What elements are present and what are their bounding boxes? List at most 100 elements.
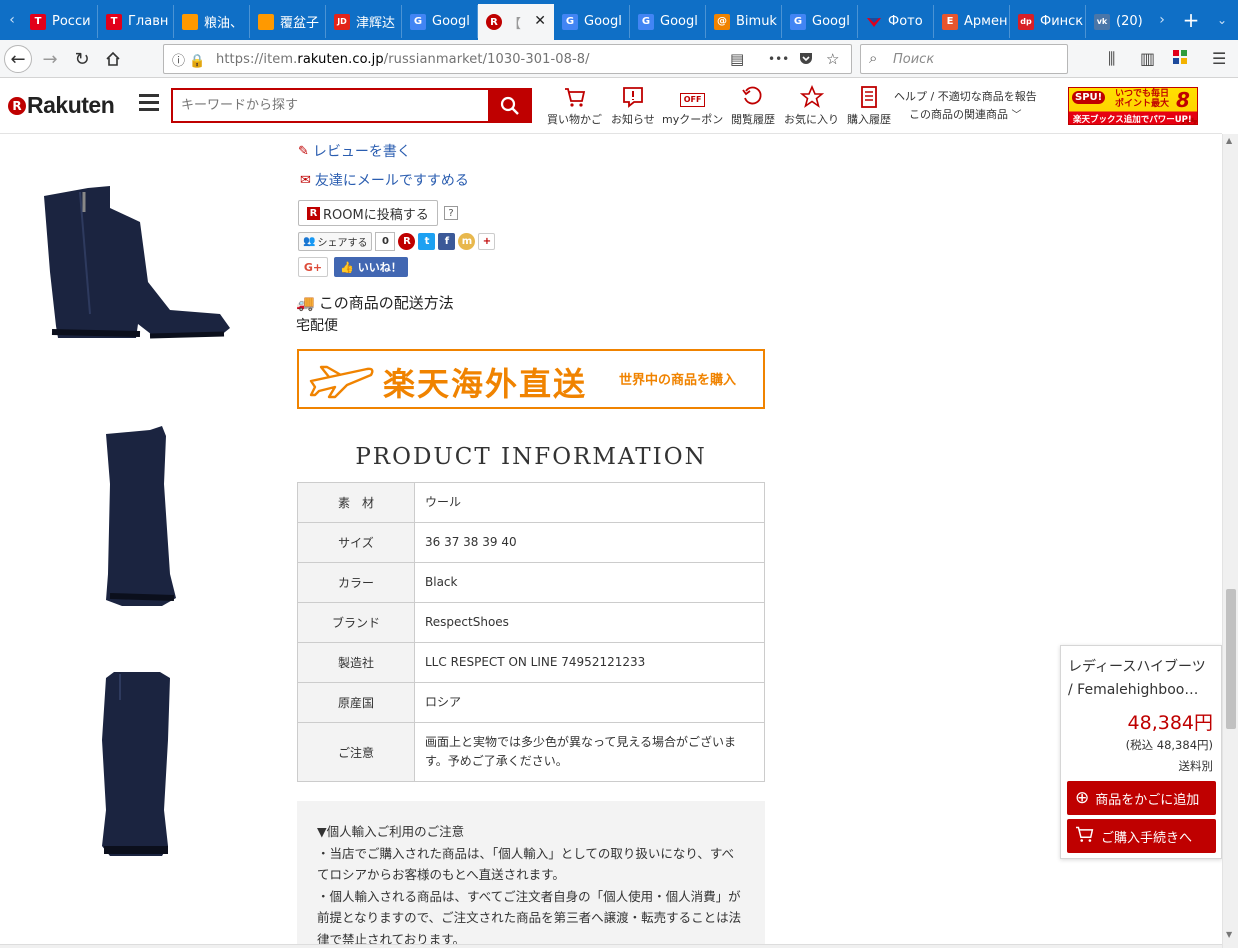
header-link-label: お気に入り <box>784 113 839 126</box>
tab-label: 津辉达 <box>356 16 396 31</box>
overseas-direct-banner[interactable]: 楽天海外直送 世界中の商品を購入 <box>297 349 765 409</box>
url-text[interactable]: https://item.rakuten.co.jp/russianmarket… <box>216 52 590 67</box>
spec-key: 素 材 <box>297 482 415 523</box>
browser-search-bar[interactable]: ⌕ Поиск <box>860 44 1068 74</box>
help-report-link[interactable]: ヘルプ / 不適切な商品を報告 <box>894 88 1037 106</box>
rakuten-share-icon[interactable]: R <box>398 233 416 250</box>
browser-tab[interactable]: JD 津辉达 <box>326 5 402 38</box>
header-link-label: 買い物かご <box>547 113 602 126</box>
product-thumbnail-back[interactable] <box>98 670 174 866</box>
personal-import-notice: ▼個人輸入ご利用のご注意 ・当店でご購入された商品は、「個人輸入」としての取り扱… <box>297 801 765 948</box>
tab-favicon-icon: G <box>562 13 578 30</box>
keyword-search-input[interactable] <box>173 90 473 121</box>
back-button[interactable]: ← <box>4 45 32 73</box>
browser-tab[interactable]: 覆盆子 <box>250 5 326 38</box>
header-link-history[interactable]: 閲覧履歴 <box>731 85 775 127</box>
home-button[interactable] <box>99 45 127 73</box>
tab-scroll-right-icon[interactable]: › <box>1152 6 1172 34</box>
share-row: 👥 シェアする 0 R t f m + <box>298 232 496 251</box>
cart-product-name[interactable]: レディースハイブーツ / Femalehighboo… <box>1068 656 1218 702</box>
spu-banner[interactable]: SPU! いつでも毎日ポイント最大 8倍 楽天ブックス追加でパワーUP! <box>1068 87 1198 125</box>
product-info-table: 素 材ウール サイズ 36 37 38 39 40 カラー Black ブランド Re… <box>297 482 765 782</box>
new-tab-button[interactable]: + <box>1178 6 1204 34</box>
header-link-favorites[interactable]: お気に入り <box>784 84 839 127</box>
address-bar[interactable]: ⓘ 🔒 https://item.rakuten.co.jp/russianma… <box>163 44 852 74</box>
sidebar-icon[interactable]: ▥ <box>1140 49 1155 68</box>
browser-tab[interactable]: G Googl <box>554 5 630 38</box>
help-links: ヘルプ / 不適切な商品を報告 この商品の関連商品 ﹀ <box>894 88 1037 125</box>
tab-scroll-left-icon[interactable]: ‹ <box>2 6 22 34</box>
facebook-icon[interactable]: f <box>438 233 456 250</box>
menu-icon[interactable]: ☰ <box>1212 49 1226 68</box>
facebook-like-button[interactable]: 👍 いいね！ <box>334 257 408 277</box>
room-help-icon[interactable]: ? <box>444 206 458 220</box>
header-link-purchase-history[interactable]: 購入履歴 <box>847 85 891 127</box>
recommend-email-link[interactable]: ✉ 友達にメールですすめる <box>300 170 469 190</box>
google-plus-button[interactable]: G+ <box>298 257 328 277</box>
scroll-up-icon[interactable]: ▲ <box>1226 136 1232 145</box>
browser-tab[interactable]: G Googl <box>402 5 478 38</box>
keyword-search-button[interactable] <box>488 88 532 123</box>
share-button[interactable]: 👥 シェアする <box>298 232 373 251</box>
table-row: サイズ 36 37 38 39 40 <box>297 522 765 563</box>
browser-tab[interactable]: vk (20) H <box>1086 5 1148 38</box>
browser-tab[interactable]: G Googl <box>630 5 706 38</box>
thumbs-up-icon: 👍 <box>340 260 354 274</box>
bookmark-star-icon[interactable]: ☆ <box>826 50 839 68</box>
spu-footer: 楽天ブックス追加でパワーUP! <box>1073 115 1192 125</box>
header-link-coupon[interactable]: OFF myクーポン <box>662 85 723 127</box>
spec-value: ウール <box>414 482 765 523</box>
close-tab-icon[interactable]: ✕ <box>534 13 546 29</box>
table-row: ブランド RespectShoes <box>297 602 765 643</box>
vertical-scrollbar[interactable]: ▲ ▼ <box>1222 134 1238 948</box>
spec-key: ご注意 <box>297 722 415 782</box>
spec-key: サイズ <box>297 522 415 563</box>
pocket-icon[interactable] <box>798 50 814 70</box>
related-items-link[interactable]: この商品の関連商品 ﹀ <box>894 106 1037 125</box>
write-review-link[interactable]: ✎ レビューを書く <box>298 141 411 161</box>
search-icon <box>500 96 519 115</box>
browser-tab[interactable]: 粮油、 <box>174 5 250 38</box>
more-share-icon[interactable]: + <box>478 233 496 250</box>
browser-tab[interactable]: T Росси <box>22 5 98 38</box>
scroll-down-icon[interactable]: ▼ <box>1226 930 1232 939</box>
product-thumbnail-side[interactable] <box>40 182 235 342</box>
product-thumbnail-front[interactable] <box>100 424 180 610</box>
extension-icon[interactable] <box>1172 49 1188 69</box>
reader-view-icon[interactable]: ▤ <box>730 50 744 68</box>
room-icon: R <box>307 206 320 220</box>
twitter-icon[interactable]: t <box>418 233 436 250</box>
header-link-notifications[interactable]: お知らせ <box>611 85 655 127</box>
header-link-cart[interactable]: 買い物かご <box>547 85 602 127</box>
cart-tax-included: (税込 48,384円) <box>1125 738 1213 752</box>
browser-tab[interactable]: Фото <box>858 5 934 38</box>
browser-tab[interactable]: T Главн <box>98 5 174 38</box>
checkout-button[interactable]: ご購入手続きへ <box>1067 819 1216 853</box>
page-actions-icon[interactable]: ••• <box>768 52 789 66</box>
room-post-button[interactable]: R ROOMに投稿する <box>298 200 438 226</box>
reload-button[interactable]: ↻ <box>68 45 96 73</box>
tab-label: Фото <box>888 14 923 29</box>
forward-button[interactable]: → <box>36 45 64 73</box>
keyword-search-box <box>171 88 488 123</box>
spec-value: 36 37 38 39 40 <box>414 522 765 563</box>
library-icon[interactable]: ⫼ <box>1108 49 1115 69</box>
browser-tab[interactable]: E Армен <box>934 5 1010 38</box>
product-info-title: PRODUCT INFORMATION <box>355 444 707 470</box>
category-menu-icon[interactable] <box>139 94 159 112</box>
browser-tab[interactable]: G Googl <box>782 5 858 38</box>
browser-tab[interactable]: @ Bimuk <box>706 5 782 38</box>
horizontal-scrollbar[interactable] <box>0 944 1222 948</box>
browser-tab-active[interactable]: R 【 ✕ <box>478 4 554 40</box>
tab-list-chevron-icon[interactable]: ⌄ <box>1212 6 1232 34</box>
site-info-icon[interactable]: ⓘ 🔒 <box>172 50 205 69</box>
mail-icon: ✉ <box>300 172 311 188</box>
rakuten-logo[interactable]: R Rakuten <box>8 92 115 119</box>
truck-icon: 🚚 <box>296 293 315 312</box>
share-count: 0 <box>375 232 396 251</box>
add-to-cart-button[interactable]: ⊕ 商品をかごに追加 <box>1067 781 1216 815</box>
scrollbar-thumb[interactable] <box>1226 589 1236 729</box>
browser-tab[interactable]: dp Финск <box>1010 5 1086 38</box>
tab-favicon-icon: G <box>638 13 654 30</box>
mixi-icon[interactable]: m <box>458 233 476 250</box>
